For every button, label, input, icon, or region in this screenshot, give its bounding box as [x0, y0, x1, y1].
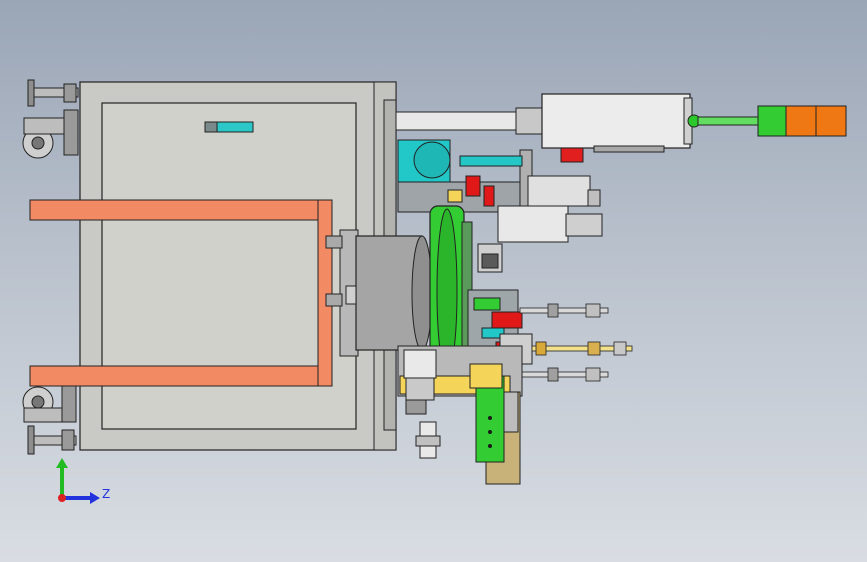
mechanism-red-part-1	[465, 175, 481, 197]
green-arm-hole-1	[488, 416, 492, 420]
leveling-foot-top	[27, 79, 79, 107]
fork-bottom	[29, 365, 333, 387]
spindle-collar	[515, 107, 545, 135]
motor-underbracket	[593, 145, 665, 153]
motor-red-fitting	[560, 147, 584, 163]
pneumatic-cylinder-body	[497, 205, 569, 243]
connector-block-1-inset	[481, 253, 499, 269]
green-arm-hole-3	[488, 444, 492, 448]
mechanism-green-tab	[473, 297, 501, 311]
motor-housing	[541, 93, 691, 149]
door-handle-base	[204, 121, 218, 133]
green-arm-head	[469, 363, 503, 389]
probe-rod-2	[531, 341, 633, 356]
mechanism-red-block	[491, 311, 523, 329]
leveling-foot-bottom	[27, 425, 77, 455]
pneumatic-cylinder-head	[565, 213, 603, 237]
lower-white-cylinder	[403, 349, 437, 379]
pneumatic-end-fitting	[587, 189, 601, 207]
lower-gray-block	[405, 377, 435, 401]
mechanism-cyan-rod	[459, 155, 523, 167]
pneumatic-cylinder-top	[527, 175, 591, 207]
lower-hanging-bolt-plate	[415, 435, 441, 447]
motor-extension-green	[757, 105, 789, 137]
drum-key	[345, 285, 357, 305]
drum-hub-shaft-lower	[325, 293, 343, 307]
mechanism-yellow-part	[447, 189, 463, 203]
caster-wheel-top	[22, 109, 79, 159]
fork-top	[29, 199, 331, 221]
drum-face	[411, 235, 433, 351]
mechanism-red-part-2	[483, 185, 495, 207]
fork-upright	[317, 199, 333, 387]
probe-rod-3	[519, 367, 609, 382]
drum-hub-shaft	[325, 235, 343, 249]
motor-extension-rod	[697, 116, 761, 126]
probe-rod-1	[519, 303, 609, 318]
green-arm-hole-2	[488, 430, 492, 434]
cyan-roller	[413, 141, 451, 179]
green-arm-slot	[503, 391, 519, 433]
cad-viewport[interactable]	[0, 0, 867, 562]
lower-bracket-left	[405, 399, 427, 415]
